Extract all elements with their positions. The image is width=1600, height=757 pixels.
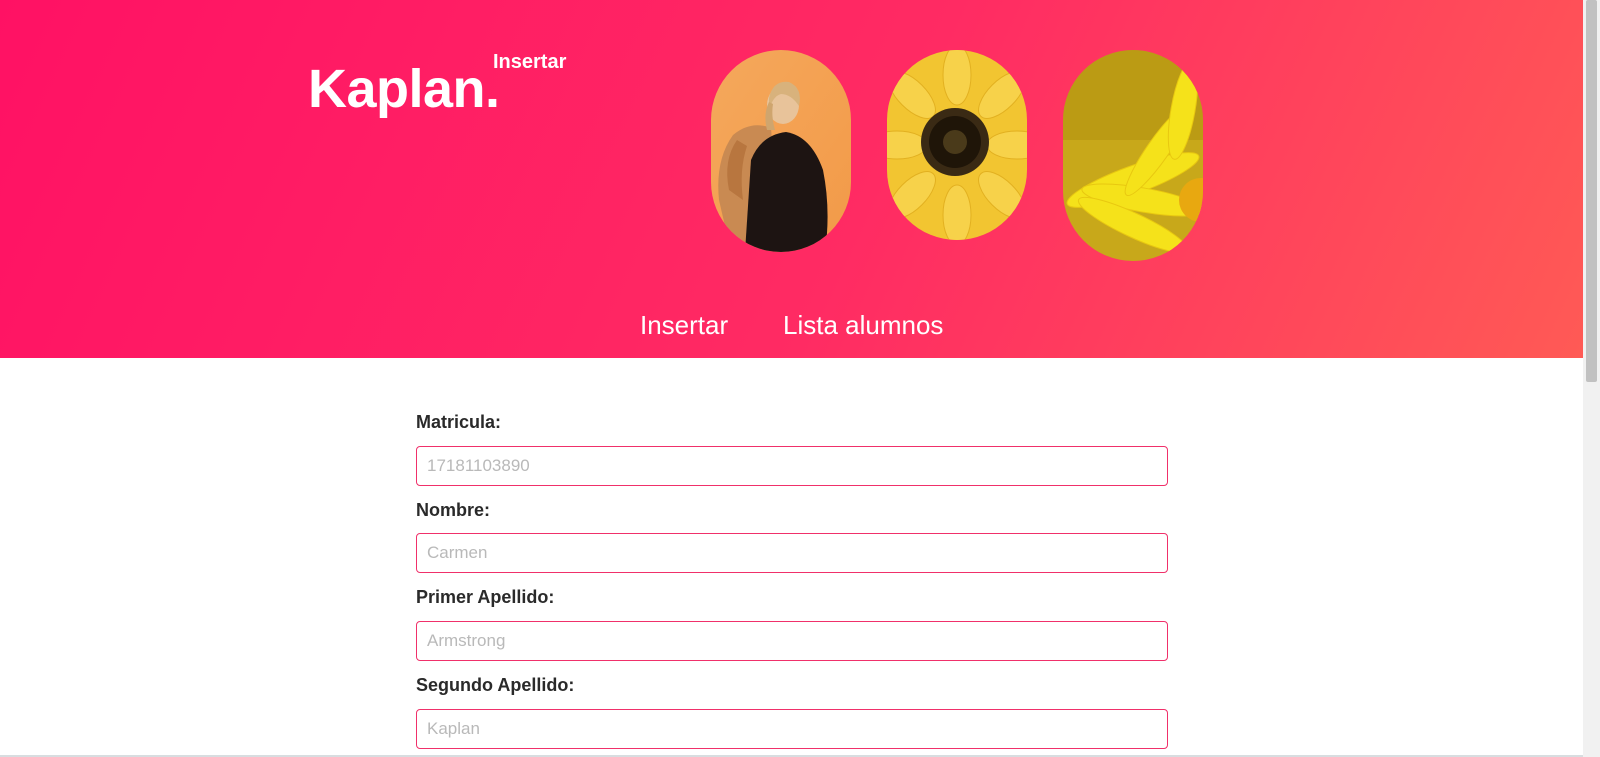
segundo-apellido-input[interactable] [416,709,1168,749]
nav-link-insertar[interactable]: Insertar [640,310,728,341]
segundo-apellido-label: Segundo Apellido: [416,675,575,695]
nav-link-lista-alumnos[interactable]: Lista alumnos [783,310,943,341]
yellow-daisy-closeup-photo [1063,50,1203,261]
scrollbar-thumb[interactable] [1586,0,1597,382]
matricula-input[interactable] [416,446,1168,486]
woman-orange-jacket-photo [711,50,851,252]
primer-apellido-label: Primer Apellido: [416,587,555,607]
vertical-scrollbar[interactable] [1583,0,1600,757]
primer-apellido-input[interactable] [416,621,1168,661]
sunflower-photo [887,50,1027,240]
brand-subtitle: Insertar [493,51,567,73]
brand-logo[interactable]: Kaplan. [308,58,500,120]
nombre-label: Nombre: [416,500,491,520]
hero-header: Kaplan. Insertar Insertar Lista alumnos [0,0,1583,358]
nombre-input[interactable] [416,533,1168,573]
page: Kaplan. Insertar Insertar Lista alumnos … [0,0,1583,757]
matricula-label: Matricula: [416,412,502,432]
